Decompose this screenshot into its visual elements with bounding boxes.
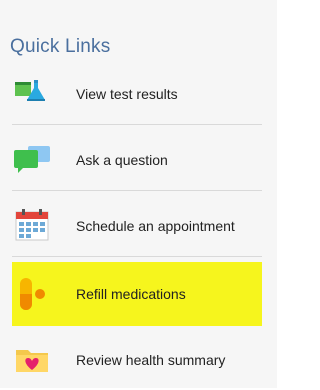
link-label: Schedule an appointment xyxy=(76,218,235,234)
calendar-icon xyxy=(12,206,52,246)
link-schedule-appointment[interactable]: Schedule an appointment xyxy=(12,196,262,256)
link-label: View test results xyxy=(76,86,178,102)
pill-icon xyxy=(12,274,52,314)
link-label: Review health summary xyxy=(76,352,226,368)
divider xyxy=(12,256,262,257)
divider xyxy=(12,124,262,125)
link-label: Ask a question xyxy=(76,152,168,168)
link-refill-medications[interactable]: Refill medications xyxy=(12,262,262,326)
test-tubes-icon xyxy=(12,74,52,114)
divider xyxy=(12,190,262,191)
link-ask-a-question[interactable]: Ask a question xyxy=(12,130,262,190)
quick-links-panel: Quick Links View test results Ask a ques… xyxy=(0,0,277,388)
link-label: Refill medications xyxy=(76,286,186,302)
link-view-test-results[interactable]: View test results xyxy=(12,64,262,124)
panel-title: Quick Links xyxy=(10,36,111,57)
link-review-health-summary[interactable]: Review health summary xyxy=(12,330,262,390)
chat-bubbles-icon xyxy=(12,140,52,180)
heart-folder-icon xyxy=(12,340,52,380)
